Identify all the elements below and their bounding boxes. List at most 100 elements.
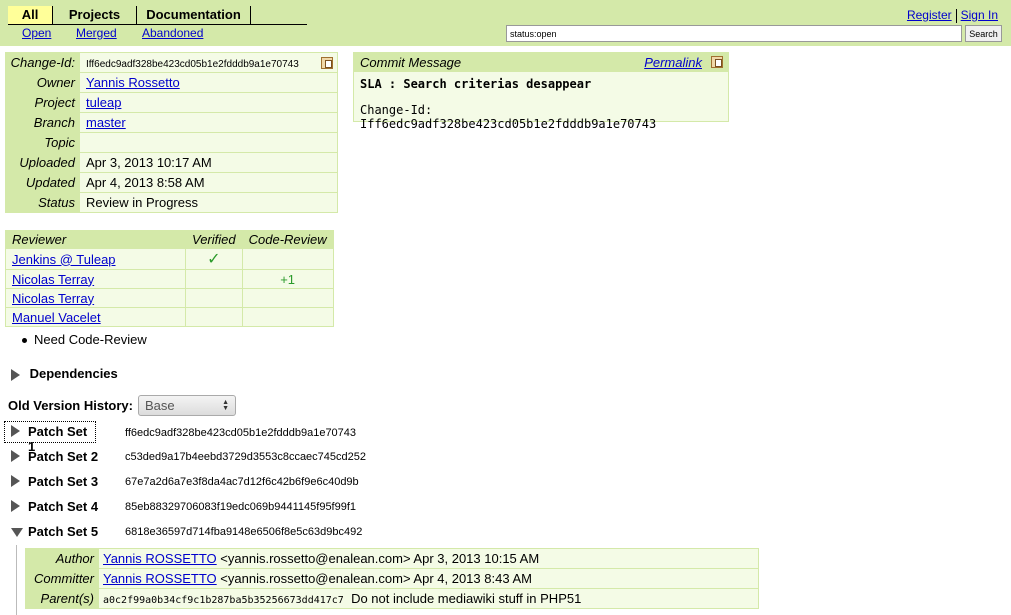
- committer-link[interactable]: Yannis ROSSETTO: [103, 571, 217, 586]
- reviewer-link[interactable]: Jenkins @ Tuleap: [12, 252, 116, 267]
- copy-icon[interactable]: [321, 57, 333, 69]
- info-value: Apr 3, 2013 10:17 AM: [79, 152, 338, 173]
- info-row-branch: Branch master: [5, 112, 338, 133]
- info-row-updated: Updated Apr 4, 2013 8:58 AM: [5, 172, 338, 193]
- parents-label: Parent(s): [25, 588, 99, 609]
- patch-set-label: Patch Set 2: [28, 449, 99, 464]
- commit-message-title: Commit Message: [360, 55, 462, 70]
- patch-set-hash: 85eb88329706083f19edc069b9441145f95f99f1: [125, 501, 357, 513]
- bullet: [22, 338, 27, 344]
- patch-set-row[interactable]: Patch Set 4 85eb88329706083f19edc069b944…: [10, 497, 410, 517]
- info-row-topic: Topic: [5, 132, 338, 153]
- info-row-owner: Owner Yannis Rossetto: [5, 72, 338, 93]
- patch-set-hash: 67e7a2d6a7e3f8da4ac7d12f6c42b6f9e6c40d9b: [125, 476, 359, 488]
- reviewers-header-row: Reviewer Verified Code-Review: [5, 230, 334, 249]
- old-version-select[interactable]: Base ▲ ▼: [138, 395, 236, 416]
- patch-set-hash: c53ded9a17b4eebd3729d3553c8ccaec745cd252: [125, 451, 367, 463]
- account-links: Register Sign In: [907, 8, 998, 23]
- info-value: Review in Progress: [79, 192, 338, 213]
- tab-documentation[interactable]: Documentation: [137, 6, 251, 24]
- signin-link[interactable]: Sign In: [961, 8, 998, 22]
- subtab-merged[interactable]: Merged: [76, 26, 117, 40]
- search-button[interactable]: Search: [965, 25, 1002, 42]
- expand-arrow-icon: [11, 425, 20, 437]
- reviewer-row: Nicolas Terray: [5, 288, 334, 308]
- info-label: Status: [5, 192, 80, 213]
- expand-arrow-icon: [11, 450, 20, 462]
- info-label: Topic: [5, 132, 80, 153]
- patch-set-label: Patch Set 5: [28, 524, 99, 539]
- expand-arrow-icon: [11, 500, 20, 512]
- main-tabs: All Projects Documentation: [8, 6, 307, 25]
- dependencies-label: Dependencies: [29, 366, 118, 381]
- reviewer-name: Nicolas Terray: [5, 288, 186, 308]
- patch-set-row[interactable]: Patch Set 3 67e7a2d6a7e3f8da4ac7d12f6c42…: [10, 472, 410, 492]
- subtab-abandoned[interactable]: Abandoned: [142, 26, 203, 40]
- info-row-uploaded: Uploaded Apr 3, 2013 10:17 AM: [5, 152, 338, 173]
- info-label: Project: [5, 92, 80, 113]
- info-value: [79, 132, 338, 153]
- code-review-value: [241, 307, 334, 327]
- info-label: Updated: [5, 172, 80, 193]
- author-link[interactable]: Yannis ROSSETTO: [103, 551, 217, 566]
- select-arrows-icon: ▲ ▼: [222, 399, 229, 412]
- reviewer-row: Manuel Vacelet: [5, 307, 334, 327]
- committer-label: Committer: [25, 568, 99, 589]
- info-value: tuleap: [79, 92, 338, 113]
- code-review-value: [241, 248, 334, 270]
- reviewer-link[interactable]: Manuel Vacelet: [12, 310, 101, 325]
- reviewer-link[interactable]: Nicolas Terray: [12, 291, 94, 306]
- commit-message-panel: Commit Message Permalink SLA : Search cr…: [353, 52, 729, 131]
- old-version-history-label: Old Version History:: [8, 398, 133, 413]
- tab-all[interactable]: All: [8, 6, 53, 24]
- permalink-link[interactable]: Permalink: [644, 53, 702, 72]
- info-label: Owner: [5, 72, 80, 93]
- commit-message-header: Commit Message Permalink: [354, 53, 728, 72]
- parent-hash: a0c2f99a0b34cf9c1b287ba5b35256673dd417c7: [103, 595, 344, 606]
- info-value: master: [79, 112, 338, 133]
- patch-set-hash: ff6edc9adf328be423cd05b1e2fdddb9a1e70743: [125, 427, 357, 439]
- branch-link[interactable]: master: [86, 115, 126, 130]
- copy-icon[interactable]: [711, 56, 723, 68]
- need-list: Need Code-Review: [22, 332, 147, 347]
- patch-set-row[interactable]: Patch Set 5 6818e36597d714fba9148e6506f8…: [10, 522, 410, 542]
- verified-value: [185, 307, 243, 327]
- reviewer-link[interactable]: Nicolas Terray: [12, 272, 94, 287]
- reviewer-name: Manuel Vacelet: [5, 307, 186, 327]
- search-input[interactable]: [506, 25, 962, 42]
- verified-value: [185, 269, 243, 289]
- commit-subject: SLA : Search criterias desappear: [360, 77, 592, 91]
- project-link[interactable]: tuleap: [86, 95, 121, 110]
- reviewer-row: Jenkins @ Tuleap ✓: [5, 248, 334, 270]
- dependencies-toggle[interactable]: Dependencies: [11, 366, 118, 381]
- parents-value: a0c2f99a0b34cf9c1b287ba5b35256673dd417c7…: [98, 588, 759, 609]
- tab-projects[interactable]: Projects: [53, 6, 137, 24]
- register-link[interactable]: Register: [907, 8, 952, 22]
- author-details: <yannis.rossetto@enalean.com> Apr 3, 201…: [216, 551, 540, 566]
- committer-row: Committer Yannis ROSSETTO <yannis.rosset…: [25, 568, 759, 589]
- patch-set-row[interactable]: Patch Set 2 c53ded9a17b4eebd3729d3553c8c…: [10, 447, 410, 467]
- expand-arrow-icon: [11, 475, 20, 487]
- owner-link[interactable]: Yannis Rossetto: [86, 75, 180, 90]
- verified-check-icon: ✓: [185, 248, 243, 270]
- change-info-table: Change-Id: Iff6edc9adf328be423cd05b1e2fd…: [5, 52, 338, 213]
- reviewers-table: Reviewer Verified Code-Review Jenkins @ …: [5, 230, 334, 327]
- code-review-value: [241, 288, 334, 308]
- collapse-arrow-icon: [11, 528, 23, 537]
- subtab-open[interactable]: Open: [22, 26, 51, 40]
- committer-details: <yannis.rossetto@enalean.com> Apr 4, 201…: [216, 571, 532, 586]
- info-label: Branch: [5, 112, 80, 133]
- info-row-status: Status Review in Progress: [5, 192, 338, 213]
- patch-set-row[interactable]: Patch Set 1: [4, 421, 96, 454]
- header-code-review: Code-Review: [241, 230, 334, 249]
- expand-arrow-icon: [11, 368, 20, 381]
- patch-set-label: Patch Set 4: [28, 499, 99, 514]
- top-header: All Projects Documentation Open Merged A…: [0, 0, 1011, 46]
- header-verified: Verified: [185, 230, 243, 249]
- info-value: Iff6edc9adf328be423cd05b1e2fdddb9a1e7074…: [79, 52, 338, 73]
- change-id-value: Iff6edc9adf328be423cd05b1e2fdddb9a1e7074…: [86, 59, 299, 70]
- commit-change-id: Change-Id: Iff6edc9adf328be423cd05b1e2fd…: [360, 103, 657, 131]
- parent-message: Do not include mediawiki stuff in PHP51: [351, 591, 582, 606]
- info-row-change-id: Change-Id: Iff6edc9adf328be423cd05b1e2fd…: [5, 52, 338, 73]
- patch-set-details-table: Author Yannis ROSSETTO <yannis.rossetto@…: [25, 548, 759, 609]
